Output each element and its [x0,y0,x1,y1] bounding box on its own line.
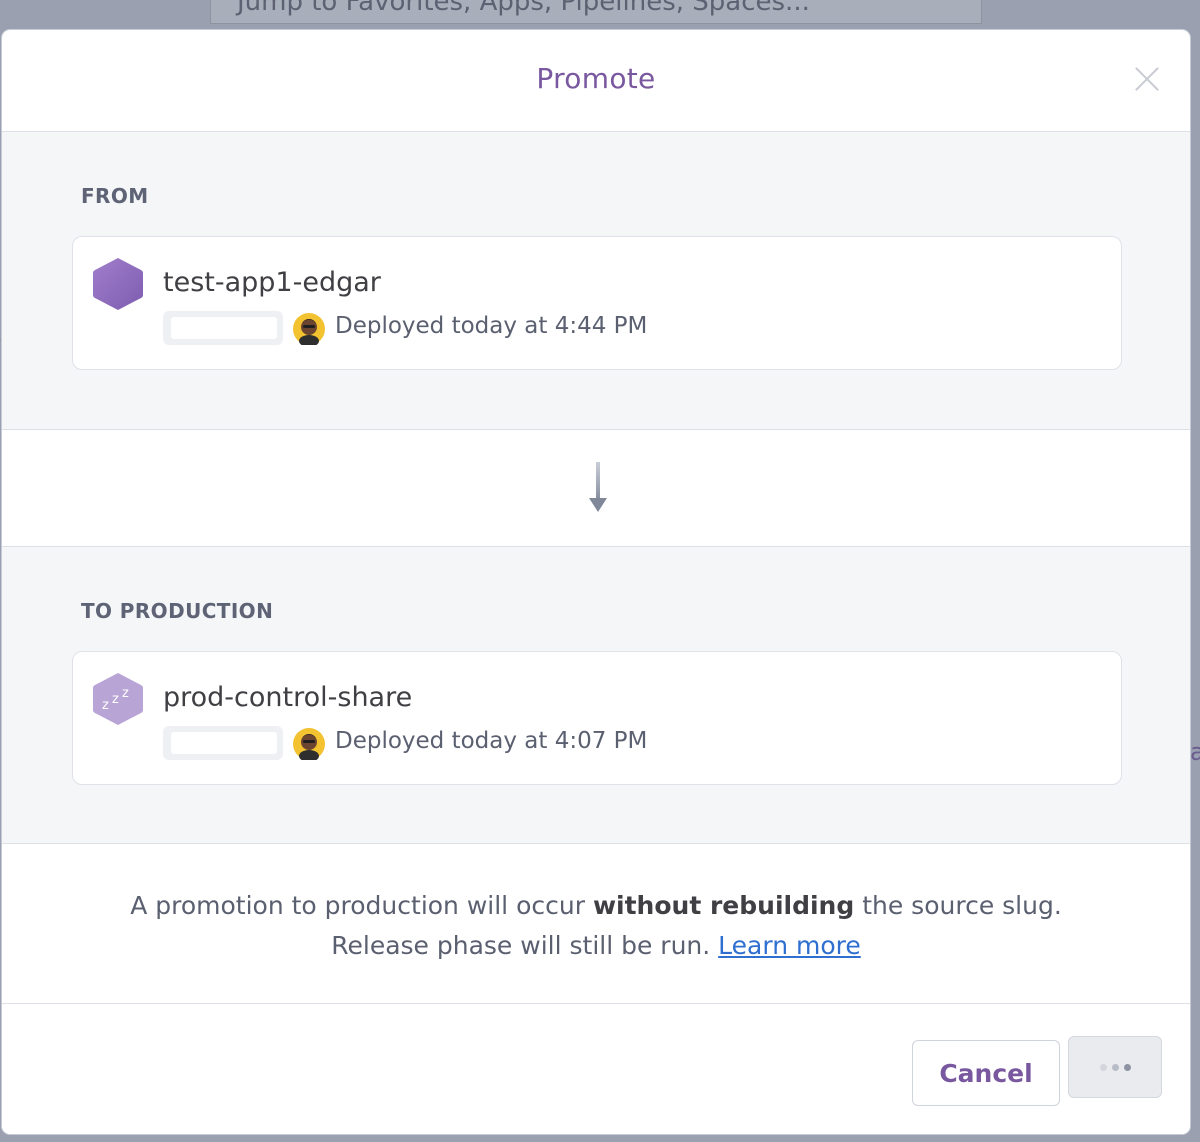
user-avatar-icon [293,313,325,345]
target-app-name[interactable]: prod-control-share [163,682,412,713]
from-section: FROM test-app1-edgar Deployed today at 4… [2,132,1190,430]
promotion-direction [2,430,1190,546]
notice-line-1: A promotion to production will occur wit… [2,886,1190,926]
arrow-down-icon [589,462,607,512]
target-deploy-time: Deployed today at 4:07 PM [335,728,648,754]
promote-modal: Promote FROM test-app1-edgar Deployed to… [2,30,1190,1134]
commit-hash-badge [163,311,283,345]
notice-text-part2: the source slug. [854,891,1062,920]
cancel-button[interactable]: Cancel [912,1040,1060,1106]
learn-more-link[interactable]: Learn more [718,931,861,960]
loading-dot-icon [1112,1064,1119,1071]
close-icon[interactable] [1134,66,1160,92]
loading-dot-icon [1100,1064,1107,1071]
sleeping-app-icon: z z z [93,673,143,725]
from-label: FROM [81,184,149,208]
user-avatar-icon [293,728,325,760]
loading-dot-icon [1124,1064,1131,1071]
svg-text:z: z [112,692,119,707]
svg-text:z: z [102,698,109,713]
background-search-bar: Jump to Favorites, Apps, Pipelines, Spac… [210,0,982,24]
source-app-name[interactable]: test-app1-edgar [163,267,381,298]
commit-hash-badge [163,726,283,760]
notice-text-part1: A promotion to production will occur [130,891,593,920]
modal-header: Promote [2,30,1190,132]
svg-text:z: z [122,686,129,701]
source-app-card: test-app1-edgar Deployed today at 4:44 P… [72,236,1122,370]
target-app-card: z z z prod-control-share Deployed today … [72,651,1122,785]
notice-line-2: Release phase will still be run. Learn m… [2,926,1190,966]
notice-release-text: Release phase will still be run. [331,931,711,960]
notice-emphasis: without rebuilding [592,891,855,920]
modal-footer: Cancel [2,1004,1190,1134]
to-section: TO PRODUCTION z z z prod-control-share D… [2,546,1190,844]
background-text-fragment: a [1190,738,1200,766]
to-production-label: TO PRODUCTION [81,599,274,623]
promotion-notice: A promotion to production will occur wit… [2,844,1190,1004]
app-hexagon-icon [93,258,143,310]
source-deploy-time: Deployed today at 4:44 PM [335,313,648,339]
promote-button-loading[interactable] [1068,1036,1162,1098]
modal-title: Promote [536,62,656,95]
